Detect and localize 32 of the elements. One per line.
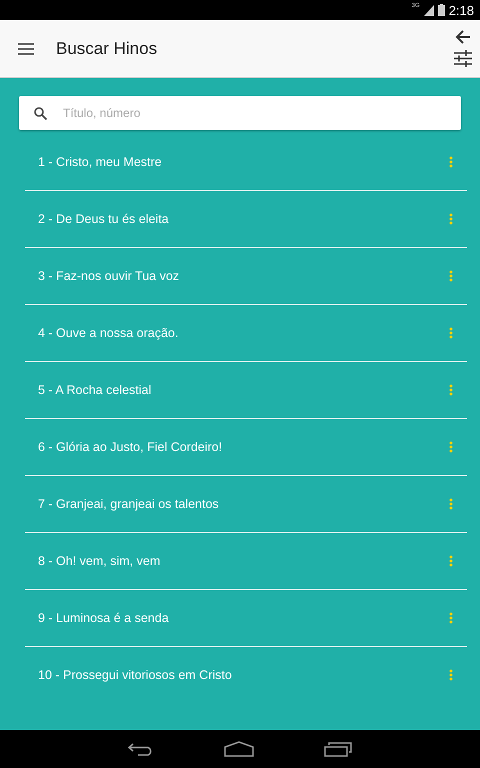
hymn-title[interactable]: 1 - Cristo, meu Mestre [38,155,449,169]
more-options-icon[interactable] [449,555,453,567]
back-arrow-icon[interactable] [455,30,471,44]
hymn-title[interactable]: 10 - Prossegui vitoriosos em Cristo [38,668,449,682]
search-icon [34,107,47,120]
hymn-title[interactable]: 2 - De Deus tu és eleita [38,212,449,226]
hymn-title[interactable]: 8 - Oh! vem, sim, vem [38,554,449,568]
more-options-icon[interactable] [449,612,453,624]
more-options-icon[interactable] [449,213,453,225]
more-options-icon[interactable] [449,498,453,510]
hymn-title[interactable]: 6 - Glória ao Justo, Fiel Cordeiro! [38,440,449,454]
hymn-title[interactable]: 5 - A Rocha celestial [38,383,449,397]
signal-icon [424,4,434,16]
menu-button[interactable] [18,42,34,54]
hymn-title[interactable]: 7 - Granjeai, granjeai os talentos [38,497,449,511]
toolbar-title: Buscar Hinos [56,38,158,58]
hymn-title[interactable]: 4 - Ouve a nossa oração. [38,326,449,340]
more-options-icon[interactable] [449,669,453,681]
battery-icon [438,4,445,16]
hymn-title[interactable]: 3 - Faz-nos ouvir Tua voz [38,269,449,283]
more-options-icon[interactable] [449,327,453,339]
hymn-title[interactable]: 9 - Luminosa é a senda [38,611,449,625]
more-options-icon[interactable] [449,441,453,453]
filter-sliders-icon[interactable] [454,50,472,67]
clock-time: 2:18 [448,2,474,18]
back-nav-icon[interactable] [128,742,154,756]
more-options-icon[interactable] [449,384,453,396]
home-nav-icon[interactable] [224,741,254,757]
more-options-icon[interactable] [449,270,453,282]
more-options-icon[interactable] [449,156,453,168]
recents-nav-icon[interactable] [324,742,352,756]
search-field[interactable]: Título, número [19,96,461,130]
